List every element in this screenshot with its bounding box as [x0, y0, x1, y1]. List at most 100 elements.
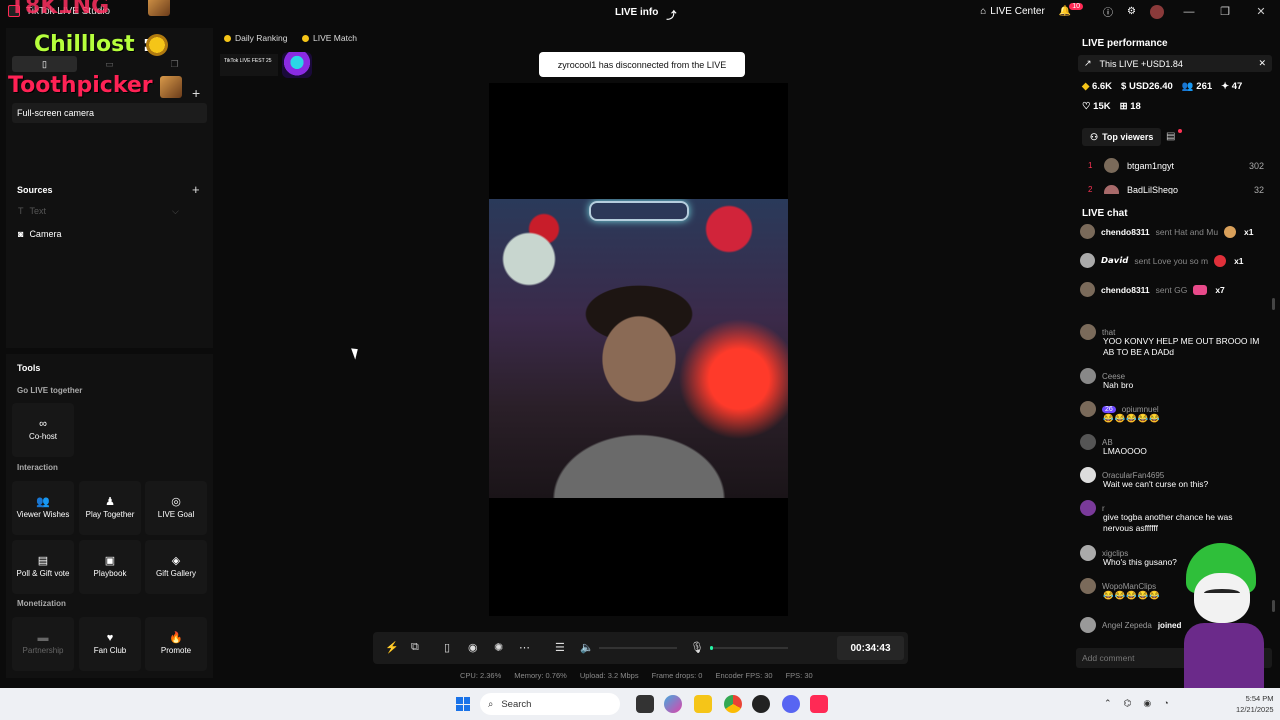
tiktok-studio-icon[interactable] — [810, 695, 828, 713]
promote-button[interactable]: 🔥 Promote — [145, 617, 207, 671]
scene-item-fullscreen-camera[interactable]: Full-screen camera — [12, 103, 207, 123]
avatar — [1080, 224, 1095, 239]
gift-scrollbar[interactable] — [1272, 298, 1275, 310]
source-item-camera[interactable]: ◙ Camera — [18, 229, 61, 239]
close-icon[interactable]: ✕ — [1258, 58, 1266, 69]
discord-icon[interactable] — [782, 695, 800, 713]
gift-user: chendo8311 — [1101, 284, 1150, 295]
gift-text: sent Hat and Mu — [1155, 226, 1219, 237]
network-icon[interactable]: ⌬ — [1124, 698, 1132, 709]
avatar — [1104, 185, 1119, 194]
task-view-icon[interactable] — [636, 695, 654, 713]
gift-user: 𝘿𝙖𝙫𝙞𝙙 — [1101, 255, 1129, 265]
viewer-score: 32 — [1253, 185, 1264, 194]
help-icon[interactable]: ⓘ — [1103, 4, 1113, 19]
new-viewers-value: 47 — [1231, 81, 1243, 92]
partnership-button[interactable]: ▬ Partnership — [12, 617, 74, 671]
taskbar-search[interactable]: ⌕ Search — [480, 693, 620, 715]
tab-dual[interactable]: ❐ — [142, 56, 207, 72]
viewer-name: btgam1ngyt — [1127, 160, 1175, 171]
viewer-rank: 2 — [1088, 185, 1093, 194]
phone-icon[interactable]: ▯ — [444, 641, 450, 654]
overlay-emoji — [146, 34, 168, 56]
minimize-button[interactable]: — — [1178, 6, 1200, 18]
taskbar-clock[interactable]: 5:54 PM 12/21/2025 — [1236, 693, 1274, 715]
gear-icon[interactable]: ⚙ — [1127, 6, 1136, 17]
wifi-icon[interactable]: ◔ — [1163, 698, 1168, 709]
live-timer: 00:34:43 — [837, 636, 904, 660]
gift-icon: ⊞ — [1119, 101, 1128, 112]
app-tray-icon[interactable]: ◉ — [1143, 698, 1151, 709]
disconnect-toast: zyrocool1 has disconnected from the LIVE — [539, 52, 745, 77]
gift-gallery-button[interactable]: ◈ Gift Gallery — [145, 540, 207, 594]
avatar — [1080, 253, 1095, 268]
add-scene-button[interactable]: + — [192, 85, 200, 101]
chat-scrollbar[interactable] — [1272, 600, 1275, 612]
unread-dot — [1178, 129, 1182, 133]
live-info-button[interactable]: LIVE info ⤴ — [615, 7, 676, 22]
windows-start-button[interactable] — [456, 697, 470, 711]
live-match-button[interactable]: LIVE Match — [298, 31, 361, 45]
layout-icon[interactable]: ⧉ — [411, 641, 419, 654]
sticker-eyes — [1204, 589, 1240, 597]
home-icon: ⌂ — [980, 6, 987, 17]
overlay-name-toothpicker: Toothpicker : — [8, 73, 169, 98]
copilot-icon[interactable] — [664, 695, 682, 713]
fan-club-label: Fan Club — [93, 645, 127, 655]
chrome-icon[interactable] — [724, 695, 742, 713]
link-icon: ∞ — [39, 417, 47, 430]
live-fest-banner[interactable]: TikTok LIVE FEST 25 — [220, 52, 312, 78]
list-icon[interactable]: ▤ — [1166, 131, 1175, 142]
playbook-button[interactable]: ▣ Playbook — [79, 540, 141, 594]
daily-ranking-button[interactable]: Daily Ranking — [220, 31, 291, 45]
play-together-button[interactable]: ♟ Play Together — [79, 481, 141, 535]
gift-text: sent GG — [1155, 284, 1188, 295]
settings-sliders-icon[interactable]: ☰ — [555, 641, 565, 654]
text-icon: T — [18, 206, 24, 216]
likes-metric: ♡ 15K — [1082, 101, 1111, 112]
more-icon[interactable]: ⋯ — [519, 641, 530, 654]
live-center-button[interactable]: ⌂ LIVE Center — [980, 6, 1045, 17]
source-item-text[interactable]: T Text ⌵ — [18, 206, 179, 217]
avatar[interactable] — [1150, 4, 1164, 19]
cpu-stat: CPU: 2.36% — [460, 671, 502, 680]
tab-landscape[interactable]: ▭ — [77, 56, 142, 72]
sticker-body — [1184, 623, 1264, 693]
new-viewers-metric: ✦ 47 — [1221, 81, 1242, 92]
tab-portrait[interactable]: ▯ — [12, 56, 77, 72]
mic-icon[interactable]: 🎙 — [690, 641, 704, 654]
gift-image — [1224, 225, 1237, 238]
trend-icon: ↗ — [1084, 58, 1092, 68]
source-label: Camera — [29, 229, 62, 239]
viewer-name: BadLilShego — [1127, 185, 1179, 194]
notifications-button[interactable]: 🔔 10 — [1059, 3, 1089, 17]
top-viewer-row[interactable]: 1 btgam1ngyt 302 — [1088, 158, 1264, 173]
record-icon[interactable]: ◉ — [468, 641, 478, 654]
this-live-banner[interactable]: ↗ This LIVE +USD1.84 ✕ — [1078, 55, 1272, 72]
add-user-icon: ✦ — [1221, 81, 1230, 92]
obs-icon[interactable] — [752, 695, 770, 713]
avatar — [1080, 617, 1096, 633]
avatar — [1080, 500, 1096, 516]
avatar — [1080, 578, 1096, 594]
add-source-button[interactable]: + — [192, 182, 200, 197]
windows-taskbar: ⌕ Search ⌃ ⌬ ◉ ◔ 5:54 PM 12/21/2025 — [0, 688, 1280, 720]
maximize-button[interactable]: ❐ — [1214, 5, 1236, 18]
fan-club-button[interactable]: ♥ Fan Club — [79, 617, 141, 671]
chevron-up-icon[interactable]: ⌃ — [1104, 698, 1112, 709]
speaker-icon[interactable]: 🔈 — [580, 641, 594, 654]
poll-gift-vote-button[interactable]: ▤ Poll & Gift vote — [12, 540, 74, 594]
volume-slider[interactable] — [599, 647, 677, 649]
close-button[interactable]: ✕ — [1250, 5, 1272, 18]
file-explorer-icon[interactable] — [694, 695, 712, 713]
effects-icon[interactable]: ✺ — [494, 641, 503, 654]
chevron-down-icon[interactable]: ⌵ — [172, 206, 179, 217]
live-fest-logo: TikTok LIVE FEST 25 — [220, 54, 278, 76]
magic-wand-icon[interactable]: ⚡ — [385, 641, 399, 654]
top-viewers-tab[interactable]: ⚇ Top viewers — [1082, 128, 1162, 146]
top-viewer-row[interactable]: 2 BadLilShego 32 — [1088, 185, 1264, 194]
mic-level-slider[interactable] — [710, 646, 788, 650]
cohost-button[interactable]: ∞ Co-host — [12, 403, 74, 457]
viewer-wishes-button[interactable]: 👥 Viewer Wishes — [12, 481, 74, 535]
live-goal-button[interactable]: ◎ LIVE Goal — [145, 481, 207, 535]
